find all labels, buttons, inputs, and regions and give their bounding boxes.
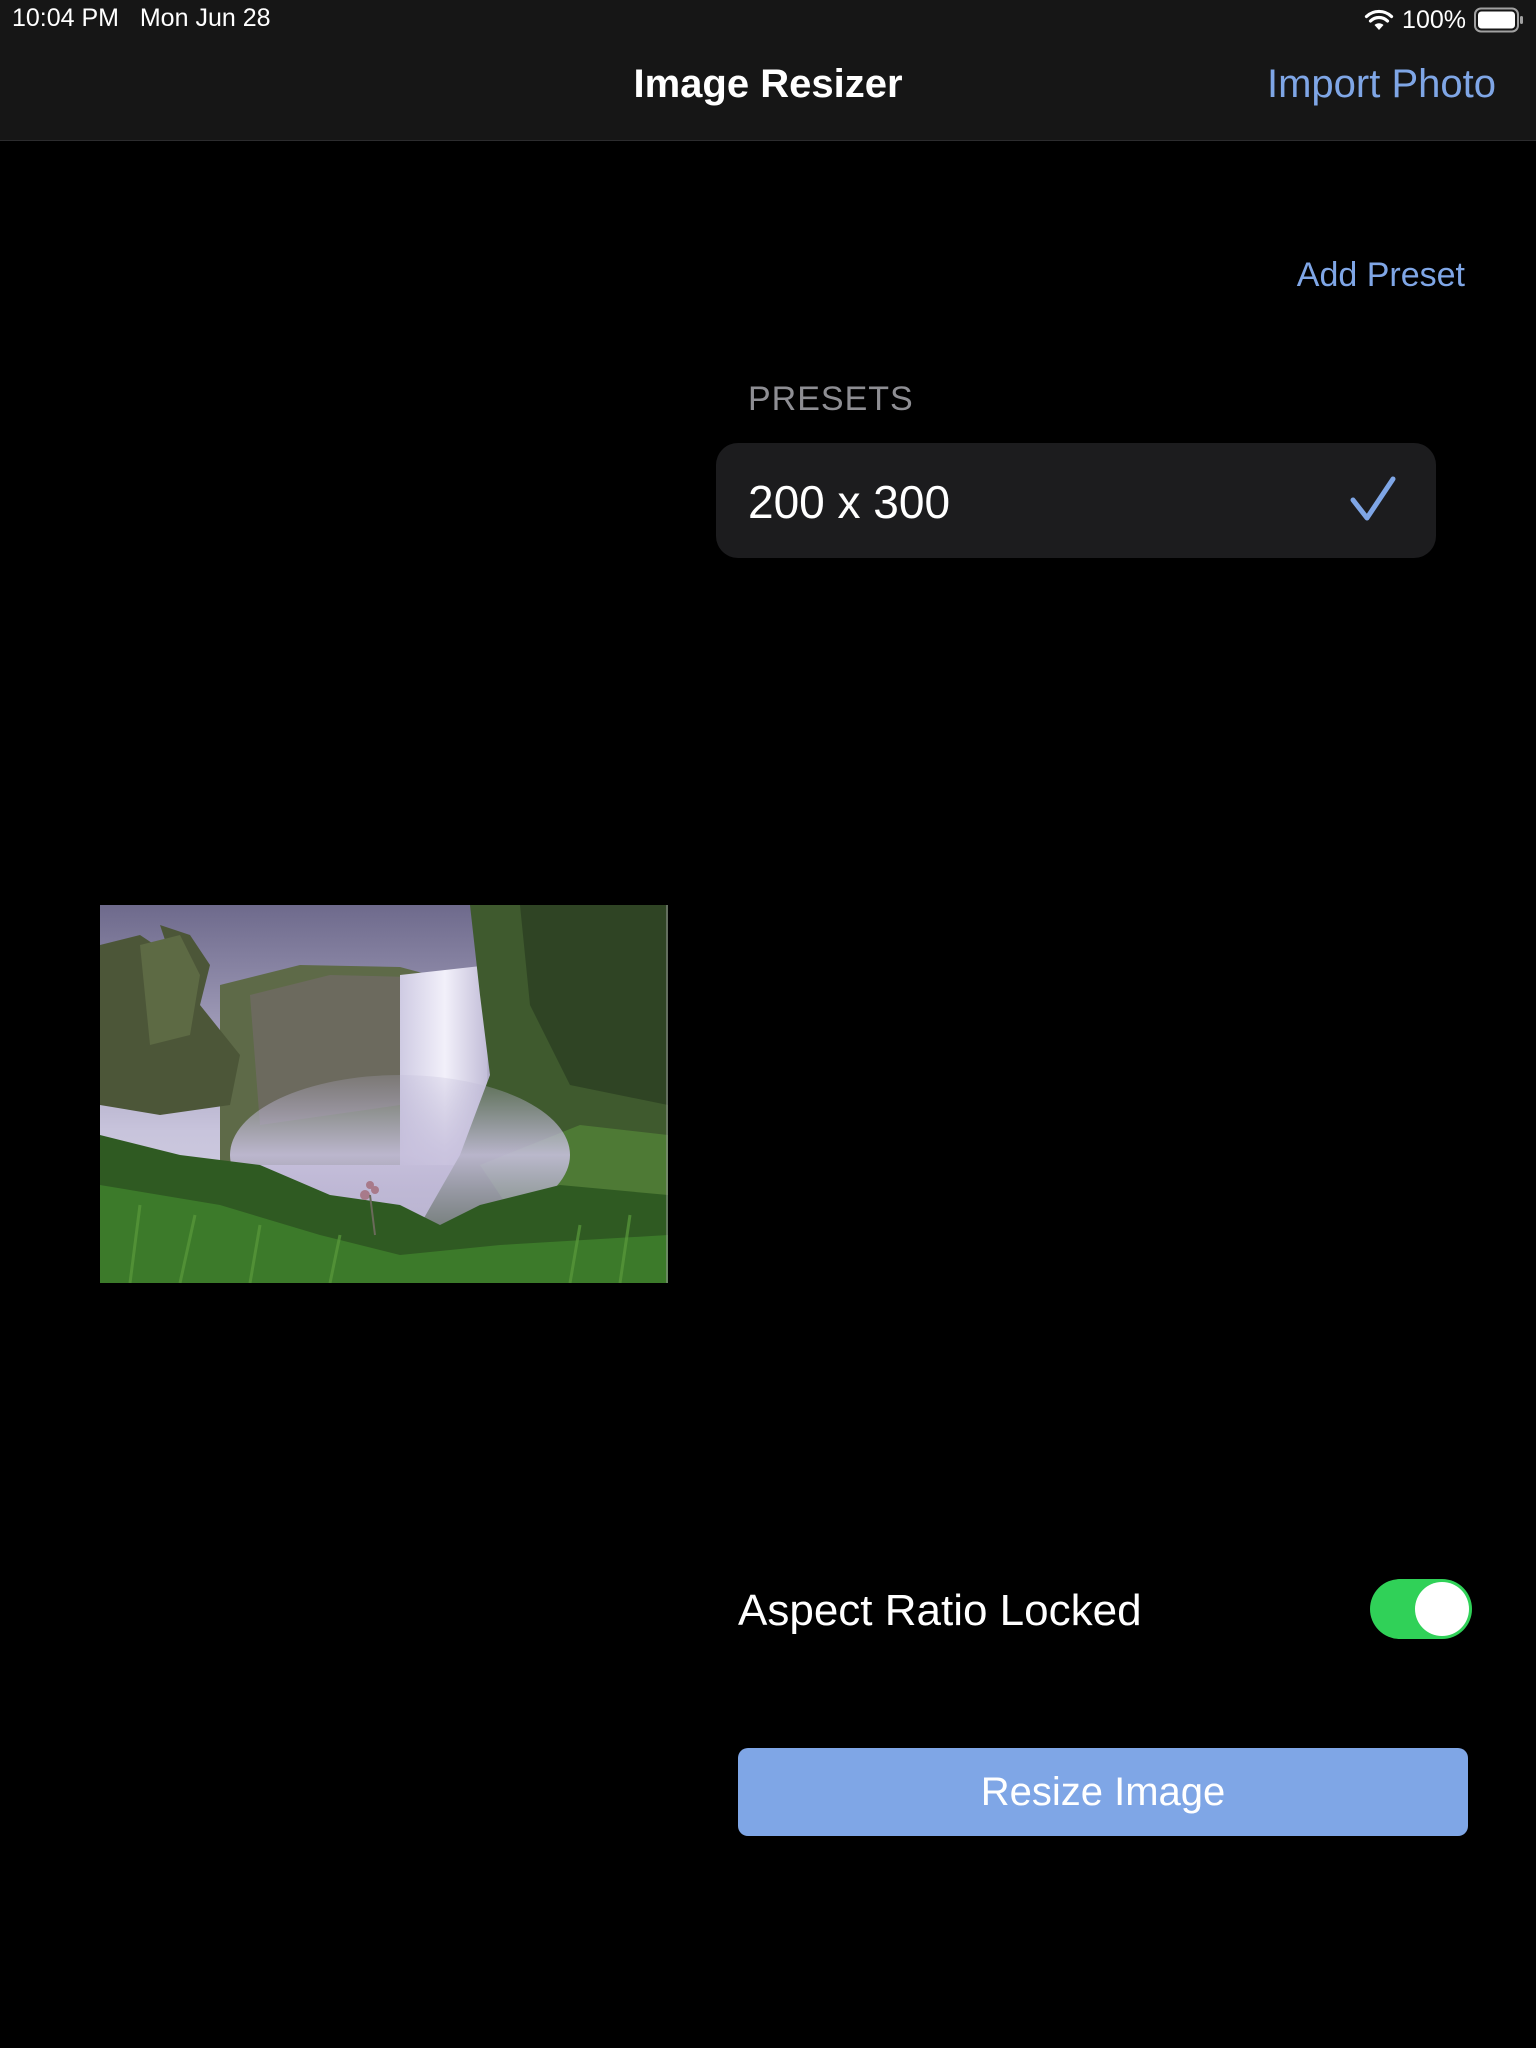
status-time: 10:04 PM xyxy=(12,4,120,32)
status-date: Mon Jun 28 xyxy=(139,4,271,32)
presets-section-header: PRESETS xyxy=(748,380,914,418)
wifi-icon xyxy=(1364,8,1394,32)
import-photo-button[interactable]: Import Photo xyxy=(1267,62,1496,107)
battery-percent: 100% xyxy=(1402,5,1466,34)
app-screen: 10:04 PM Mon Jun 28 100% Image Resizer I… xyxy=(0,0,1536,2048)
toggle-knob xyxy=(1415,1582,1469,1636)
checkmark-icon xyxy=(1348,474,1398,524)
preset-label: 200 x 300 xyxy=(748,476,951,528)
resize-image-button[interactable]: Resize Image xyxy=(738,1748,1468,1836)
status-indicators: 100% xyxy=(1364,4,1524,36)
aspect-ratio-toggle[interactable] xyxy=(1370,1579,1472,1639)
battery-icon xyxy=(1474,7,1524,33)
status-time-date: 10:04 PM Mon Jun 28 xyxy=(12,4,271,33)
aspect-ratio-label: Aspect Ratio Locked xyxy=(738,1586,1142,1635)
preset-row[interactable]: 200 x 300 xyxy=(716,443,1436,558)
waterfall-photo xyxy=(100,905,668,1283)
header-bar: 10:04 PM Mon Jun 28 100% Image Resizer I… xyxy=(0,0,1536,141)
add-preset-button[interactable]: Add Preset xyxy=(1297,256,1465,295)
